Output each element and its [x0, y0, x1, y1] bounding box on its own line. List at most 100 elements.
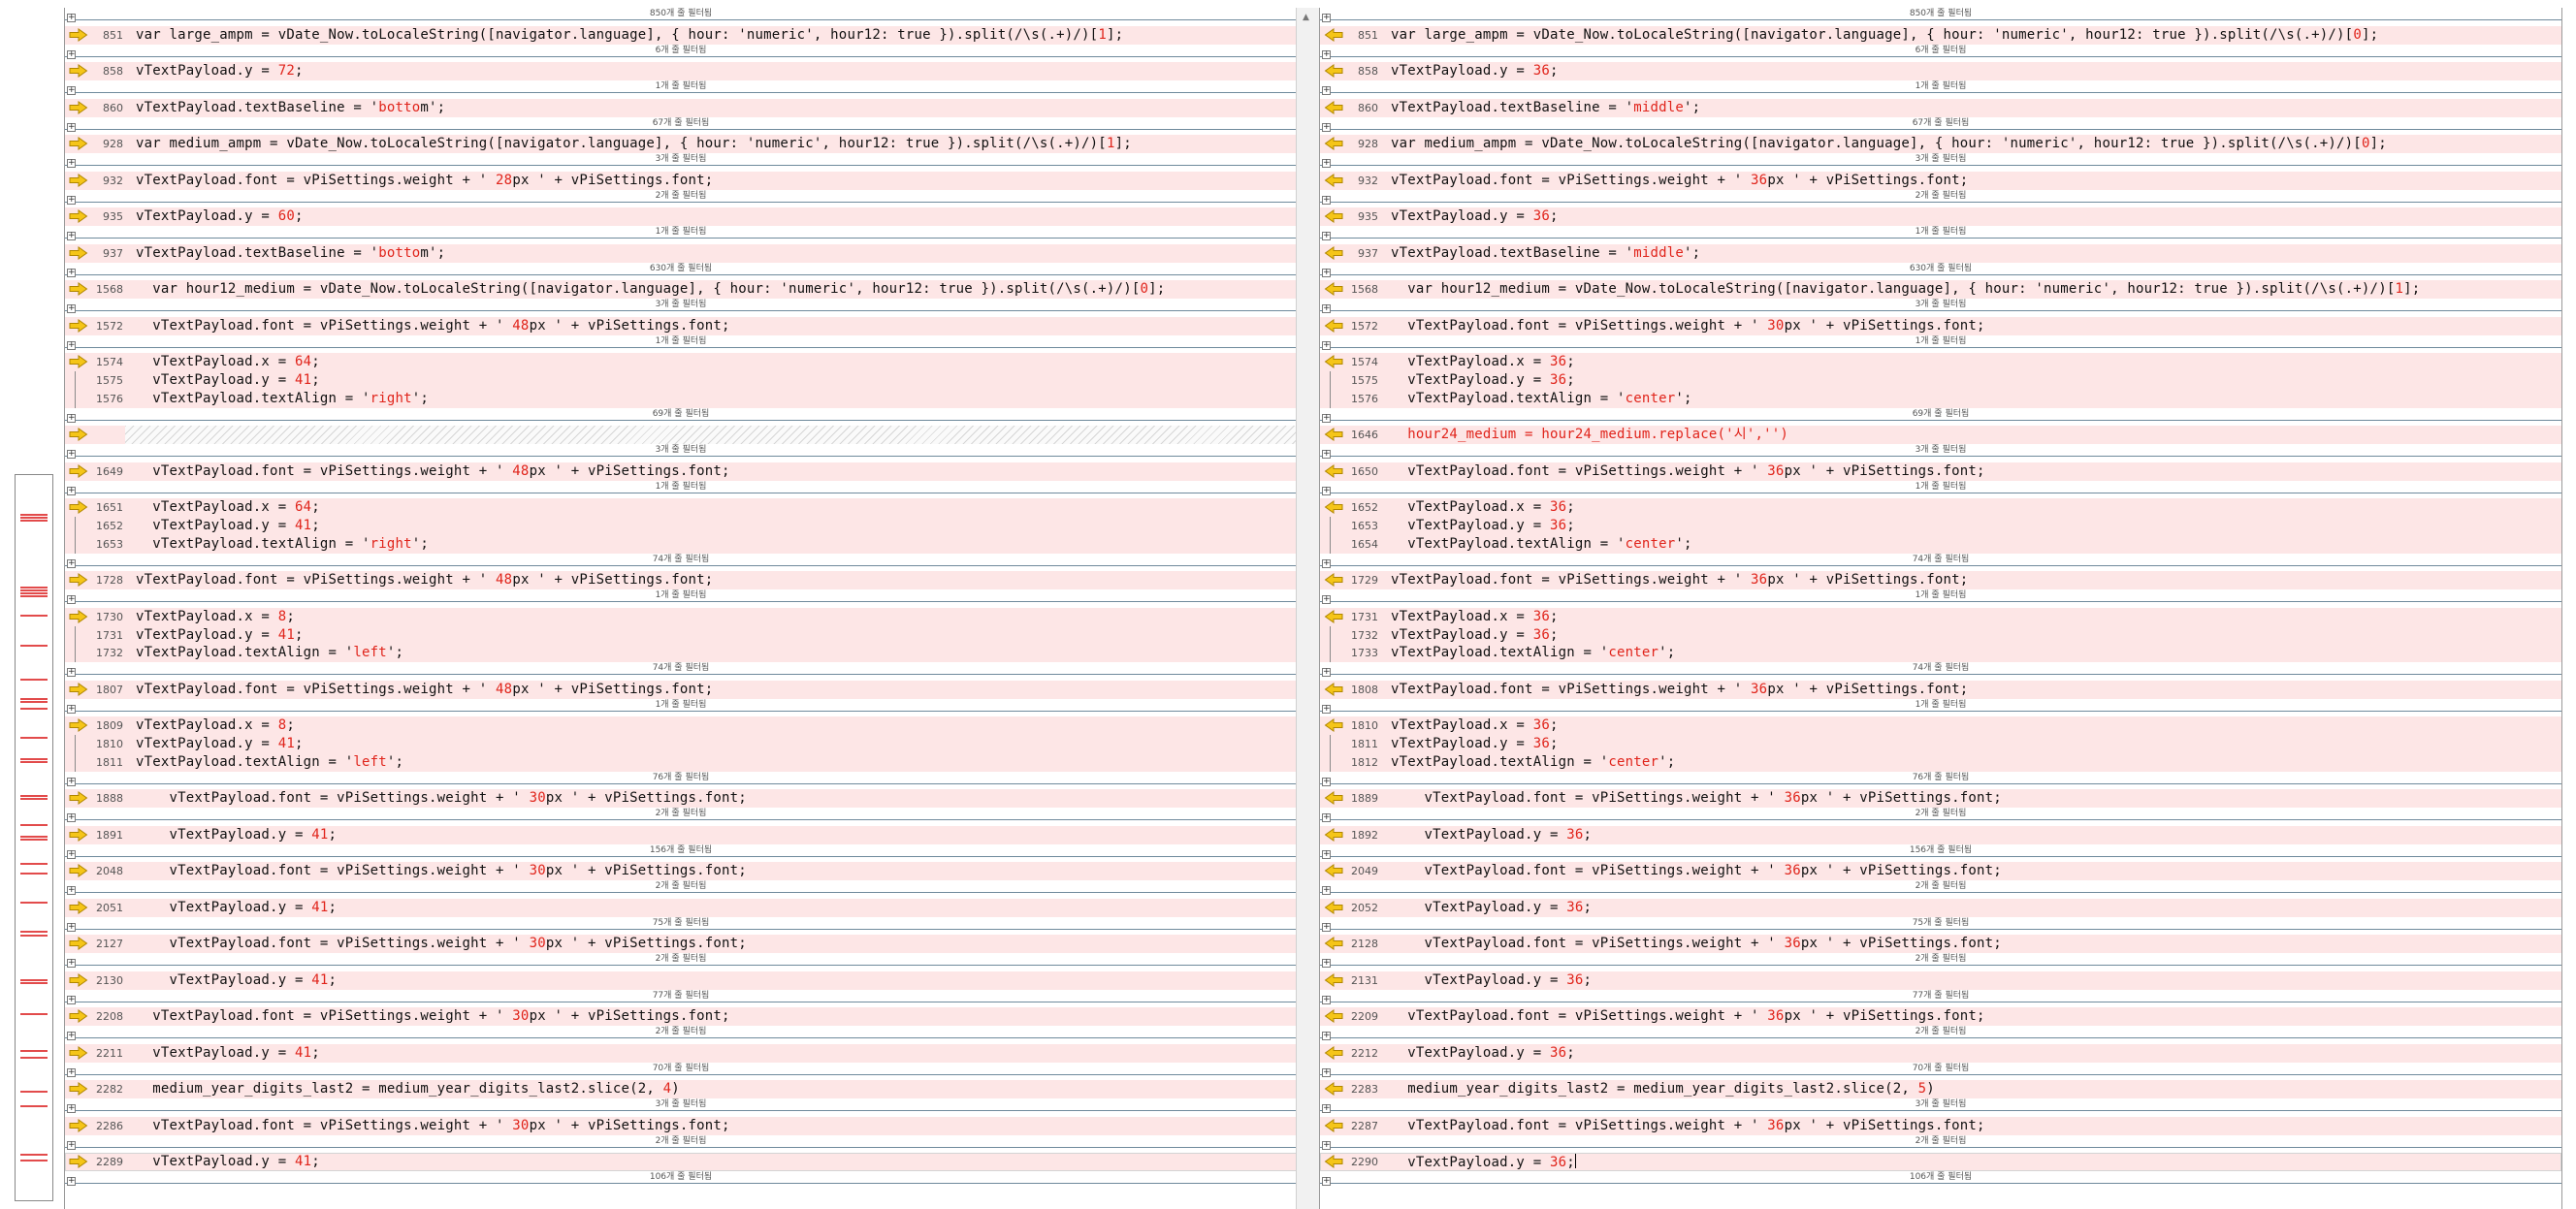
scroll-up-arrow-icon[interactable]: ▲ [1303, 13, 1309, 22]
right-file-pane[interactable]: +850개 줄 필터됨 851 var large_ampm = vDate_Now… [1319, 8, 2562, 1209]
diff-line[interactable]: 1732 vTextPayload.y = 36; [1320, 625, 2561, 645]
diff-line[interactable]: 1810 vTextPayload.x = 36; [1320, 716, 2561, 736]
diff-line[interactable]: 1891 vTextPayload.y = 41; [65, 825, 1297, 844]
expand-plus-icon[interactable]: + [1322, 413, 1331, 423]
diff-line[interactable]: 1652 vTextPayload.x = 36; [1320, 498, 2561, 518]
diff-line[interactable]: 928 var medium_ampm = vDate_Now.toLocaleS… [1320, 135, 2561, 154]
diff-line[interactable]: 1809 vTextPayload.x = 8; [65, 716, 1297, 736]
diff-line[interactable]: 1575 vTextPayload.y = 36; [1320, 371, 2561, 390]
expand-plus-icon[interactable]: + [1322, 1140, 1331, 1150]
diff-line[interactable]: 2208 vTextPayload.font = vPiSettings.wei… [65, 1007, 1297, 1027]
diff-line[interactable]: 1807 vTextPayload.font = vPiSettings.weig… [65, 680, 1297, 699]
diff-line[interactable]: 2282 medium_year_digits_last2 = medium_y… [65, 1080, 1297, 1099]
expand-plus-icon[interactable]: + [1322, 14, 1331, 22]
expand-plus-icon[interactable]: + [1322, 813, 1331, 822]
expand-plus-icon[interactable]: + [1322, 268, 1331, 277]
diff-line[interactable]: 1574 vTextPayload.x = 36; [1320, 353, 2561, 372]
expand-plus-icon[interactable]: + [67, 122, 76, 132]
expand-plus-icon[interactable]: + [1322, 122, 1331, 132]
diff-line[interactable]: 2127 vTextPayload.font = vPiSettings.wei… [65, 935, 1297, 954]
expand-plus-icon[interactable]: + [67, 268, 76, 277]
expand-plus-icon[interactable]: + [67, 922, 76, 932]
expand-plus-icon[interactable]: + [1322, 1032, 1331, 1040]
diff-line[interactable]: 1646 hour24_medium = hour24_medium.repla… [1320, 426, 2561, 445]
expand-plus-icon[interactable]: + [1322, 704, 1331, 714]
expand-plus-icon[interactable]: + [1322, 1067, 1331, 1077]
diff-line[interactable]: 851 var large_ampm = vDate_Now.toLocaleSt… [65, 25, 1297, 45]
diff-line[interactable]: 1733 vTextPayload.textAlign = 'center'; [1320, 644, 2561, 663]
diff-line[interactable]: 937 vTextPayload.textBaseline = 'middle'; [1320, 243, 2561, 263]
left-file-pane[interactable]: +850개 줄 필터됨 851 var large_ampm = vDate_Now… [64, 8, 1298, 1209]
diff-line[interactable]: 1808 vTextPayload.font = vPiSettings.weig… [1320, 680, 2561, 699]
expand-plus-icon[interactable]: + [67, 595, 76, 604]
diff-line[interactable]: 928 var medium_ampm = vDate_Now.toLocaleS… [65, 135, 1297, 154]
expand-plus-icon[interactable]: + [1322, 668, 1331, 677]
expand-plus-icon[interactable]: + [67, 14, 76, 22]
diff-line[interactable]: 1728 vTextPayload.font = vPiSettings.weig… [65, 571, 1297, 590]
diff-line[interactable]: 1649 vTextPayload.font = vPiSettings.wei… [65, 461, 1297, 481]
diff-line[interactable]: 2209 vTextPayload.font = vPiSettings.wei… [1320, 1007, 2561, 1027]
diff-line[interactable]: 858 vTextPayload.y = 72; [65, 62, 1297, 81]
diff-line[interactable]: 2289 vTextPayload.y = 41; [65, 1153, 1297, 1172]
expand-plus-icon[interactable]: + [67, 486, 76, 495]
expand-plus-icon[interactable]: + [1322, 1104, 1331, 1113]
expand-plus-icon[interactable]: + [67, 340, 76, 350]
expand-plus-icon[interactable]: + [1322, 159, 1331, 168]
expand-plus-icon[interactable]: + [1322, 195, 1331, 205]
diff-line[interactable]: 1653 vTextPayload.y = 36; [1320, 517, 2561, 535]
diff-line[interactable]: 1650 vTextPayload.font = vPiSettings.wei… [1320, 461, 2561, 481]
diff-line[interactable]: 1574 vTextPayload.x = 64; [65, 353, 1297, 372]
expand-plus-icon[interactable]: + [1322, 86, 1331, 95]
expand-plus-icon[interactable]: + [1322, 232, 1331, 240]
expand-plus-icon[interactable]: + [1322, 304, 1331, 313]
arrow-right-icon[interactable] [69, 428, 88, 442]
diff-line[interactable]: 1576 vTextPayload.textAlign = 'right'; [65, 389, 1297, 408]
diff-line[interactable]: 2130 vTextPayload.y = 41; [65, 970, 1297, 990]
expand-plus-icon[interactable]: + [1322, 595, 1331, 604]
diff-line[interactable]: 1732 vTextPayload.textAlign = 'left'; [65, 644, 1297, 663]
expand-plus-icon[interactable]: + [67, 450, 76, 459]
diff-line[interactable]: 935 vTextPayload.y = 60; [65, 207, 1297, 227]
diff-line[interactable]: 2290 vTextPayload.y = 36; [1320, 1153, 2561, 1172]
expand-plus-icon[interactable]: + [1322, 849, 1331, 859]
diff-line[interactable]: 935 vTextPayload.y = 36; [1320, 207, 2561, 227]
expand-plus-icon[interactable]: + [67, 886, 76, 895]
diff-line[interactable]: 937 vTextPayload.textBaseline = 'bottom'; [65, 243, 1297, 263]
expand-plus-icon[interactable]: + [1322, 486, 1331, 495]
expand-plus-icon[interactable]: + [67, 668, 76, 677]
diff-line[interactable]: 2286 vTextPayload.font = vPiSettings.wei… [65, 1116, 1297, 1135]
expand-plus-icon[interactable]: + [1322, 1177, 1331, 1186]
expand-plus-icon[interactable]: + [67, 777, 76, 786]
diff-line[interactable]: 932 vTextPayload.font = vPiSettings.weigh… [1320, 171, 2561, 190]
diff-line[interactable]: 1731 vTextPayload.x = 36; [1320, 607, 2561, 626]
expand-plus-icon[interactable]: + [67, 1140, 76, 1150]
expand-plus-icon[interactable]: + [1322, 49, 1331, 59]
expand-plus-icon[interactable]: + [1322, 450, 1331, 459]
expand-plus-icon[interactable]: + [67, 195, 76, 205]
diff-line[interactable]: 1654 vTextPayload.textAlign = 'center'; [1320, 534, 2561, 554]
expand-plus-icon[interactable]: + [67, 304, 76, 313]
diff-line[interactable]: 1575 vTextPayload.y = 41; [65, 371, 1297, 390]
expand-plus-icon[interactable]: + [67, 1032, 76, 1040]
expand-plus-icon[interactable]: + [67, 86, 76, 95]
diff-line[interactable]: 860 vTextPayload.textBaseline = 'middle'; [1320, 98, 2561, 117]
diff-line[interactable]: 2048 vTextPayload.font = vPiSettings.wei… [65, 862, 1297, 881]
expand-plus-icon[interactable]: + [67, 813, 76, 822]
diff-line[interactable]: 1889 vTextPayload.font = vPiSettings.wei… [1320, 789, 2561, 809]
diff-line[interactable]: 1730 vTextPayload.x = 8; [65, 607, 1297, 626]
diff-line[interactable]: 1892 vTextPayload.y = 36; [1320, 825, 2561, 844]
diff-line[interactable]: 2283 medium_year_digits_last2 = medium_y… [1320, 1080, 2561, 1099]
diff-line[interactable]: 1731 vTextPayload.y = 41; [65, 625, 1297, 645]
diff-line[interactable]: 1652 vTextPayload.y = 41; [65, 517, 1297, 535]
expand-plus-icon[interactable]: + [1322, 558, 1331, 568]
diff-line[interactable]: 932 vTextPayload.font = vPiSettings.weigh… [65, 171, 1297, 190]
diff-line[interactable]: 2052 vTextPayload.y = 36; [1320, 898, 2561, 917]
pane-splitter[interactable]: ▲ [1296, 8, 1321, 1209]
diff-line[interactable]: 1729 vTextPayload.font = vPiSettings.weig… [1320, 571, 2561, 590]
expand-plus-icon[interactable]: + [67, 1067, 76, 1077]
diff-line[interactable]: 2051 vTextPayload.y = 41; [65, 898, 1297, 917]
expand-plus-icon[interactable]: + [67, 704, 76, 714]
diff-line[interactable]: 1568 var hour12_medium = vDate_Now.toLoc… [1320, 280, 2561, 300]
diff-line[interactable]: 2131 vTextPayload.y = 36; [1320, 970, 2561, 990]
expand-plus-icon[interactable]: + [67, 1177, 76, 1186]
